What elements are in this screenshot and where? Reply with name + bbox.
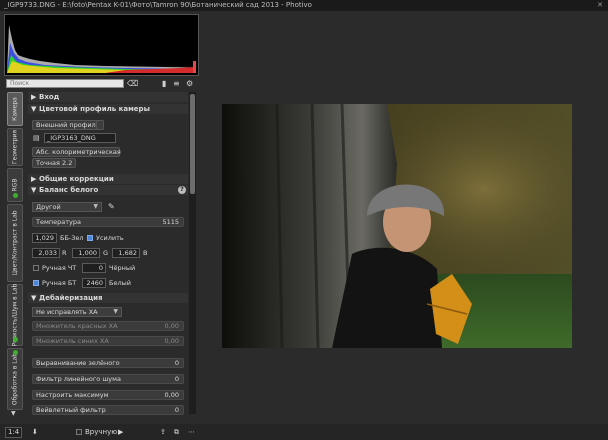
tab-lab-sharpness-noise[interactable]: Резкость/Шум в Lab [7,284,23,346]
line-noise-slider[interactable]: Фильтр линейного шума 0 [32,374,184,384]
manual-checkbox[interactable]: Вручную [76,428,117,436]
temperature-slider[interactable]: Температура 5115 [32,217,184,227]
export-icon[interactable]: ⇪ [160,424,166,440]
tab-active-dot-icon [13,337,18,342]
tab-geometry[interactable]: Геометрия [7,128,23,166]
section-input[interactable]: ▶ Вход [28,92,188,102]
expand-arrow-icon: ▶ [31,175,37,183]
r-label: R [62,249,67,257]
collapse-arrow-icon: ▼ [31,186,37,194]
checkbox-checked-icon [33,280,39,286]
white-label: Белый [109,279,131,287]
collapse-arrow-icon: ▼ [31,105,37,113]
gear-icon[interactable]: ⚙ [186,79,193,88]
window-title-bar: _IGP9733.DNG - E:\foto\Pentax K-01\Фото\… [0,0,608,11]
checkbox-unchecked-icon [76,429,82,435]
profile-dropdown[interactable] [96,120,104,130]
intent-combobox[interactable]: Абс. колориметрическая [32,147,121,157]
help-icon[interactable]: ? [178,186,186,194]
checkbox-checked-icon [87,235,93,241]
section-demosaic[interactable]: ▼ Дебайеризация [28,293,188,303]
tab-active-dot-icon [13,350,18,355]
white-point-input[interactable]: 2460 [82,278,106,288]
red-ca-slider[interactable]: Множитель красных ХА 0,00 [32,321,184,331]
histogram [4,14,199,76]
section-general-corrections[interactable]: ▶ Общие коррекции [28,174,188,184]
wavelet-filter-slider[interactable]: Вейвлетный фильтр 0 [32,405,184,415]
green-equalization-slider[interactable]: Выравнивание зелёного 0 [32,358,184,368]
black-point-input[interactable]: 0 [82,263,106,273]
tab-lab-color-contrast[interactable]: Цвет/Контраст в Lab [7,204,23,282]
bottom-toolbar: 1:4 ⬇ Вручную ▶ ⇪ ⧉ ⋯ [0,424,608,440]
folder-icon[interactable]: ▤ [33,133,40,143]
chevron-down-icon: ▼ [93,203,98,210]
download-icon[interactable]: ⬇ [32,424,38,440]
ca-correction-combobox[interactable]: Не исправлять ХА ▼ [32,307,122,317]
search-input[interactable]: Поиск [6,79,124,88]
chevron-down-icon: ▼ [113,308,118,315]
tab-active-dot-icon [13,193,18,198]
collapse-arrow-icon: ▼ [31,294,37,302]
tab-lab-processing[interactable]: Обработка в Lab [7,348,23,410]
b-input[interactable]: 1,682 [112,248,140,258]
menu-icon[interactable]: ≡ [173,79,180,88]
gamma-combobox[interactable]: Точная 2.2 [32,158,76,168]
section-camera-profile[interactable]: ▼ Цветовой профиль камеры [28,104,188,114]
vertical-tab-bar: Камера Геометрия RGB Цвет/Контраст в Lab… [7,92,23,410]
window-title: _IGP9733.DNG - E:\foto\Pentax K-01\Фото\… [4,1,312,9]
close-icon[interactable]: ✕ [597,0,603,11]
scrollbar-thumb[interactable] [190,94,195,194]
external-profile-button[interactable]: Внешний профиль [32,120,104,130]
max-adjust-slider[interactable]: Настроить максимум 0,00 [32,390,184,400]
tab-scroll-down-icon[interactable]: ▼ [11,410,16,417]
panel-scrollbar[interactable] [189,92,196,414]
manual-bp-checkbox[interactable]: Ручная ЧТ [33,263,76,273]
blue-ca-slider[interactable]: Множитель синих ХА 0,00 [32,336,184,346]
g-label: G [103,249,109,257]
r-input[interactable]: 2,033 [32,248,60,258]
eyedropper-icon[interactable]: ✎ [108,202,115,212]
expand-arrow-icon: ▶ [31,93,37,101]
profile-file-field[interactable]: _IGP3163_DNG [44,133,116,143]
g-input[interactable]: 1,000 [72,248,100,258]
zoom-field[interactable]: 1:4 [5,427,23,438]
clear-search-icon[interactable]: ⌫ [127,79,138,88]
amplify-checkbox[interactable]: Усилить [87,233,124,243]
b-label: B [143,249,148,257]
play-icon[interactable]: ▶ [118,424,123,440]
wb-preset-combobox[interactable]: Другой ▼ [32,202,102,212]
more-icon[interactable]: ⋯ [188,424,195,440]
manual-wp-checkbox[interactable]: Ручная БТ [33,278,76,288]
green-label: ББ-Зел [60,234,84,242]
section-white-balance[interactable]: ▼ Баланс белого ? [28,185,188,195]
settings-panel: ▶ Вход ▼ Цветовой профиль камеры Внешний п… [28,92,188,418]
black-label: Чёрный [109,264,136,272]
green-input[interactable]: 1,029 [32,233,57,243]
checkbox-unchecked-icon [33,265,39,271]
bookmark-icon[interactable]: ▮ [162,79,166,88]
tab-camera[interactable]: Камера [7,92,23,126]
batch-icon[interactable]: ⧉ [174,424,179,440]
photo-preview[interactable] [222,104,572,348]
tab-rgb[interactable]: RGB [7,168,23,202]
